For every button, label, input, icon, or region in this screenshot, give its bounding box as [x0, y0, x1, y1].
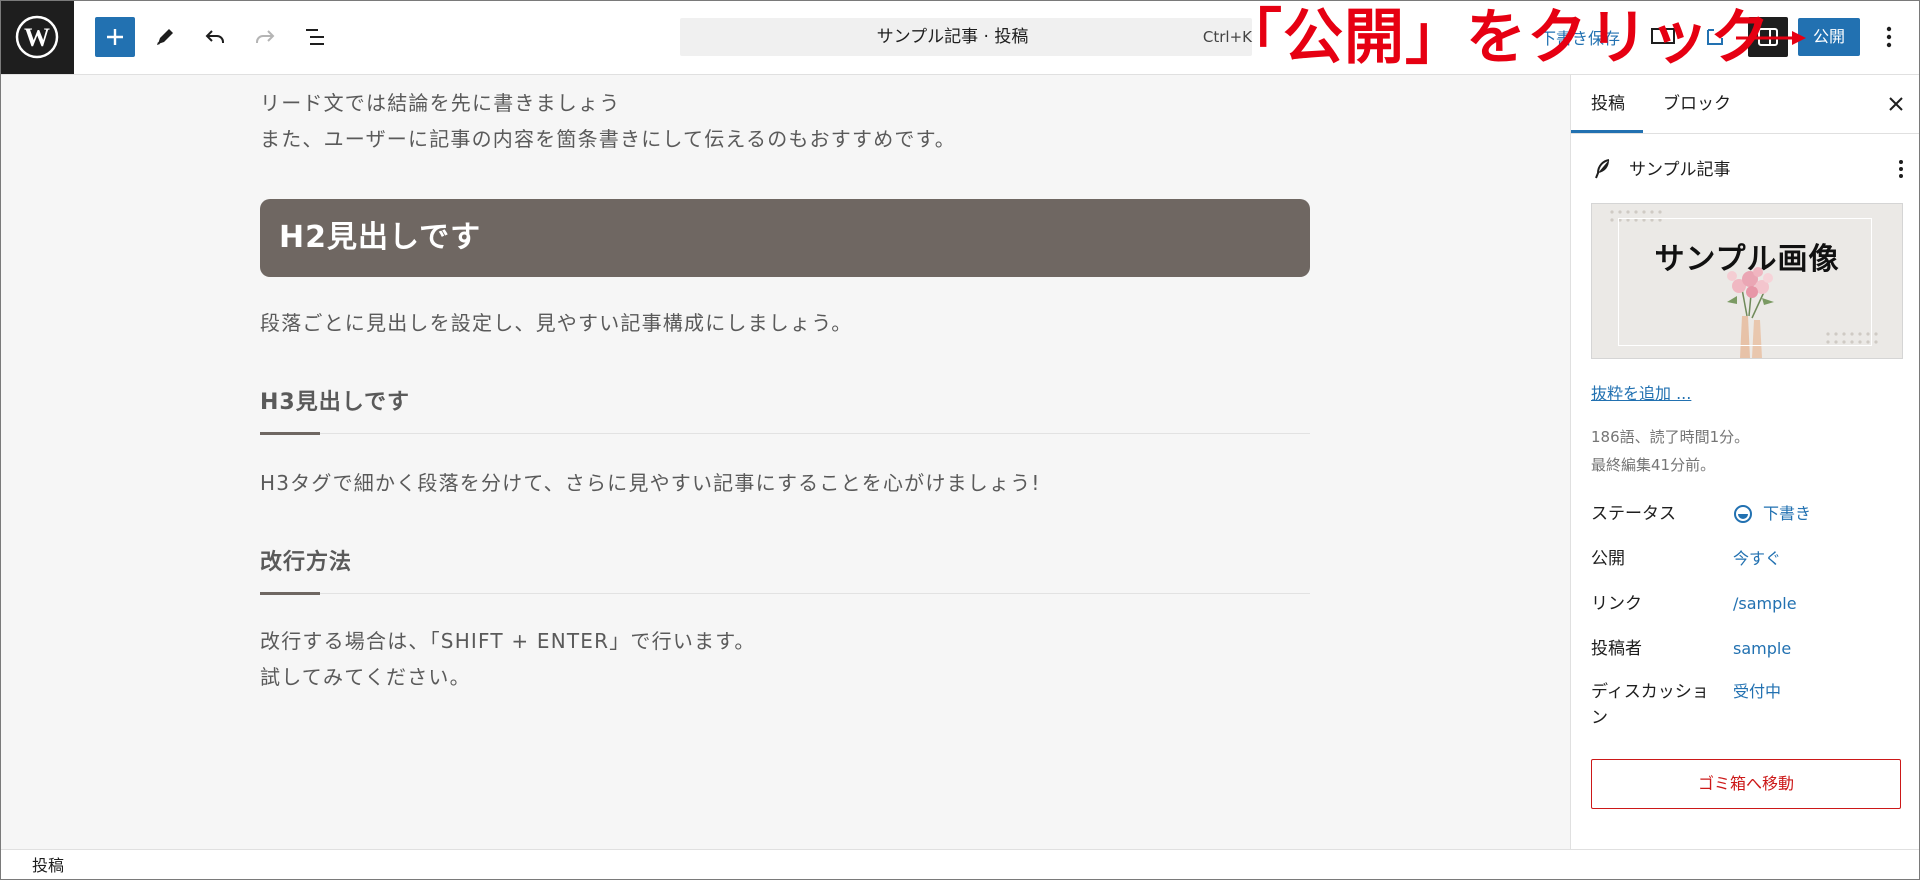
- post-summary-header: サンプル記事: [1591, 155, 1911, 185]
- publish-date-value[interactable]: 今すぐ: [1733, 544, 1781, 574]
- h3-heading-text: H3見出しです: [260, 390, 411, 415]
- paragraph-block[interactable]: H3タグで細かく段落を分けて、さらに見やすい記事にすることを心がけましょう!: [260, 465, 1310, 501]
- last-edited: 最終編集41分前。: [1591, 456, 1716, 474]
- document-overview-button[interactable]: [295, 17, 335, 57]
- redo-icon: [256, 30, 275, 43]
- settings-sidebar: 投稿 ブロック サンプル記事 サンプル画像 抜粋を追加 ... 186語、読了時…: [1570, 75, 1920, 849]
- h3-heading-block[interactable]: 改行方法: [260, 543, 1310, 595]
- command-palette-bar[interactable]: サンプル記事 · 投稿 Ctrl+K: [680, 18, 1252, 56]
- lead-line-2: また、ユーザーに記事の内容を箇条書きにして伝えるのもおすすめです。: [260, 127, 956, 151]
- h2-heading-text: H2見出しです: [279, 220, 482, 255]
- block-breadcrumb-bar: 投稿: [0, 849, 1920, 881]
- publish-label: 公開: [1591, 549, 1625, 569]
- annotation-arrow-icon: [1736, 31, 1806, 45]
- add-block-button[interactable]: [95, 17, 135, 57]
- permalink-value[interactable]: /sample: [1733, 589, 1797, 619]
- tab-post[interactable]: 投稿: [1591, 75, 1625, 133]
- author-row: 投稿者 sample: [1591, 634, 1911, 664]
- discussion-label: ディスカッション: [1591, 682, 1709, 728]
- lead-paragraph[interactable]: リード文では結論を先に書きましょう また、ユーザーに記事の内容を箇条書きにして伝…: [260, 85, 1310, 157]
- post-actions-button[interactable]: [1889, 157, 1913, 181]
- sidebar-tabs: 投稿 ブロック: [1571, 75, 1920, 134]
- options-menu-button[interactable]: [1874, 22, 1904, 52]
- pencil-icon: [157, 29, 173, 45]
- breadcrumb[interactable]: 投稿: [32, 850, 64, 881]
- close-sidebar-button[interactable]: [1883, 91, 1909, 117]
- publish-row: 公開 今すぐ: [1591, 544, 1911, 574]
- status-value[interactable]: 下書き: [1733, 499, 1811, 529]
- move-to-trash-button[interactable]: ゴミ箱へ移動: [1591, 759, 1901, 809]
- author-label: 投稿者: [1591, 639, 1642, 659]
- editor-header: W サンプル記事 · 投稿 Ctrl+K 下書き保存 公開 「公開」をクリック: [0, 0, 1920, 75]
- editor-canvas[interactable]: リード文では結論を先に書きましょう また、ユーザーに記事の内容を箇条書きにして伝…: [0, 75, 1570, 849]
- paragraph-line-1: 改行する場合は、「SHIFT + ENTER」で行います。: [260, 629, 756, 653]
- h3-heading-text: 改行方法: [260, 550, 353, 575]
- active-tab-indicator: [1571, 130, 1643, 133]
- discussion-row: ディスカッション 受付中: [1591, 679, 1911, 735]
- plus-icon: [107, 29, 123, 45]
- wordpress-logo-icon[interactable]: W: [0, 0, 74, 74]
- post-title: サンプル記事: [1629, 160, 1731, 180]
- h3-heading-block[interactable]: H3見出しです: [260, 383, 1310, 435]
- list-view-icon: [306, 29, 324, 45]
- annotation-text: 「公開」をクリック: [1222, 3, 1771, 73]
- redo-button[interactable]: [245, 17, 285, 57]
- tools-button[interactable]: [145, 17, 185, 57]
- document-title: サンプル記事 · 投稿: [876, 27, 1029, 47]
- lead-line-1: リード文では結論を先に書きましょう: [260, 91, 621, 115]
- paragraph-line-2: 試してみてください。: [260, 665, 471, 689]
- word-count: 186語、読了時間1分。: [1591, 428, 1750, 446]
- status-row: ステータス 下書き: [1591, 499, 1911, 529]
- paragraph-block[interactable]: 段落ごとに見出しを設定し、見やすい記事構成にしましょう。: [260, 305, 1310, 341]
- heading-underline: [260, 592, 320, 595]
- post-feather-icon: [1595, 159, 1610, 179]
- paragraph-block[interactable]: 改行する場合は、「SHIFT + ENTER」で行います。 試してみてください。: [260, 623, 1310, 695]
- post-meta-info: 186語、読了時間1分。 最終編集41分前。: [1591, 423, 1749, 479]
- vertical-dots-icon: [1899, 160, 1903, 178]
- h2-heading-block[interactable]: H2見出しです: [260, 199, 1310, 277]
- featured-image-caption: サンプル画像: [1654, 242, 1840, 277]
- status-label: ステータス: [1591, 504, 1676, 524]
- close-icon: [1889, 97, 1903, 111]
- add-excerpt-link[interactable]: 抜粋を追加 ...: [1591, 380, 1691, 404]
- tab-block[interactable]: ブロック: [1663, 75, 1731, 133]
- author-value[interactable]: sample: [1733, 634, 1791, 664]
- heading-underline: [260, 432, 320, 435]
- undo-icon: [205, 30, 224, 43]
- link-label: リンク: [1591, 594, 1642, 614]
- svg-text:W: W: [24, 23, 50, 52]
- undo-button[interactable]: [195, 17, 235, 57]
- vertical-dots-icon: [1886, 26, 1892, 48]
- link-row: リンク /sample: [1591, 589, 1911, 619]
- featured-image[interactable]: サンプル画像: [1591, 203, 1903, 359]
- discussion-value[interactable]: 受付中: [1733, 677, 1781, 707]
